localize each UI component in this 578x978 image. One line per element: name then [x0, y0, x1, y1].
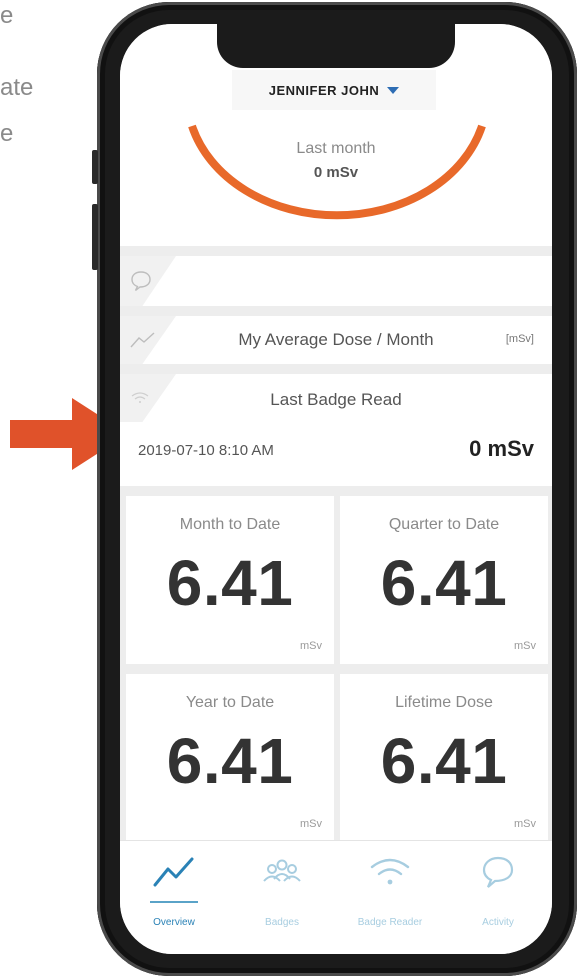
tab-badges[interactable]: Badges [228, 855, 336, 935]
dose-tile-year[interactable]: Year to Date 6.41 mSv [126, 674, 334, 842]
tile-label: Year to Date [185, 694, 275, 711]
last-badge-read-card[interactable]: Last Badge Read [120, 374, 552, 486]
gauge-value: 0 mSv [313, 164, 359, 181]
average-dose-title: My Average Dose / Month [238, 330, 434, 349]
tile-value: 6.41 [380, 725, 508, 797]
tile-label: Quarter to Date [388, 516, 500, 533]
tile-label: Lifetime Dose [395, 694, 493, 711]
tab-badges-label: Badges [265, 917, 299, 928]
dose-tile-quarter[interactable]: Quarter to Date 6.41 mSv [340, 496, 548, 664]
tile-value: 6.41 [166, 547, 294, 619]
tile-value: 6.41 [166, 725, 294, 797]
chat-bubble-icon [131, 271, 151, 292]
tab-badge-reader-label: Badge Reader [357, 917, 423, 928]
tab-overview[interactable]: Overview [120, 855, 228, 935]
activity-row[interactable] [120, 256, 552, 306]
tile-unit: mSv [300, 640, 322, 652]
overview-chart-icon [153, 857, 194, 887]
side-text-2: ate [0, 74, 34, 101]
active-tab-indicator [150, 901, 198, 903]
side-text-1: e [0, 2, 14, 29]
tab-overview-label: Overview [153, 917, 195, 928]
side-text-3: e [0, 120, 14, 147]
last-badge-read-date: 2019-07-10 8:10 AM [138, 442, 274, 459]
tab-activity-label: Activity [482, 917, 514, 928]
average-dose-unit: [mSv] [505, 333, 534, 345]
tab-activity[interactable]: Activity [444, 855, 552, 935]
phone-side-button [92, 204, 98, 270]
user-selector[interactable]: JENNIFER JOHN [232, 70, 436, 110]
phone-notch [217, 24, 455, 68]
bottom-tab-bar: Overview Badges Badge Reader Activity [120, 840, 552, 954]
activity-bubble-icon [482, 856, 514, 888]
tile-unit: mSv [514, 818, 536, 830]
wifi-icon [370, 858, 410, 885]
dose-tile-lifetime[interactable]: Lifetime Dose 6.41 mSv [340, 674, 548, 842]
app-screen: Last month 0 mSv JENNIFER JOHN My Averag… [120, 24, 552, 954]
tab-badge-reader[interactable]: Badge Reader [336, 855, 444, 935]
tile-label: Month to Date [179, 516, 281, 533]
caret-down-icon [387, 86, 400, 94]
gauge-label: Last month [296, 140, 376, 157]
average-dose-row[interactable]: My Average Dose / Month [mSv] [120, 316, 552, 364]
last-badge-read-value: 0 mSv [469, 436, 534, 461]
user-name: JENNIFER JOHN [268, 82, 380, 98]
dose-tile-month[interactable]: Month to Date 6.41 mSv [126, 496, 334, 664]
badges-group-icon [263, 859, 301, 882]
tile-unit: mSv [514, 640, 536, 652]
tile-value: 6.41 [380, 547, 508, 619]
phone-side-button [92, 150, 98, 184]
tile-unit: mSv [300, 818, 322, 830]
last-badge-read-title: Last Badge Read [270, 390, 402, 409]
